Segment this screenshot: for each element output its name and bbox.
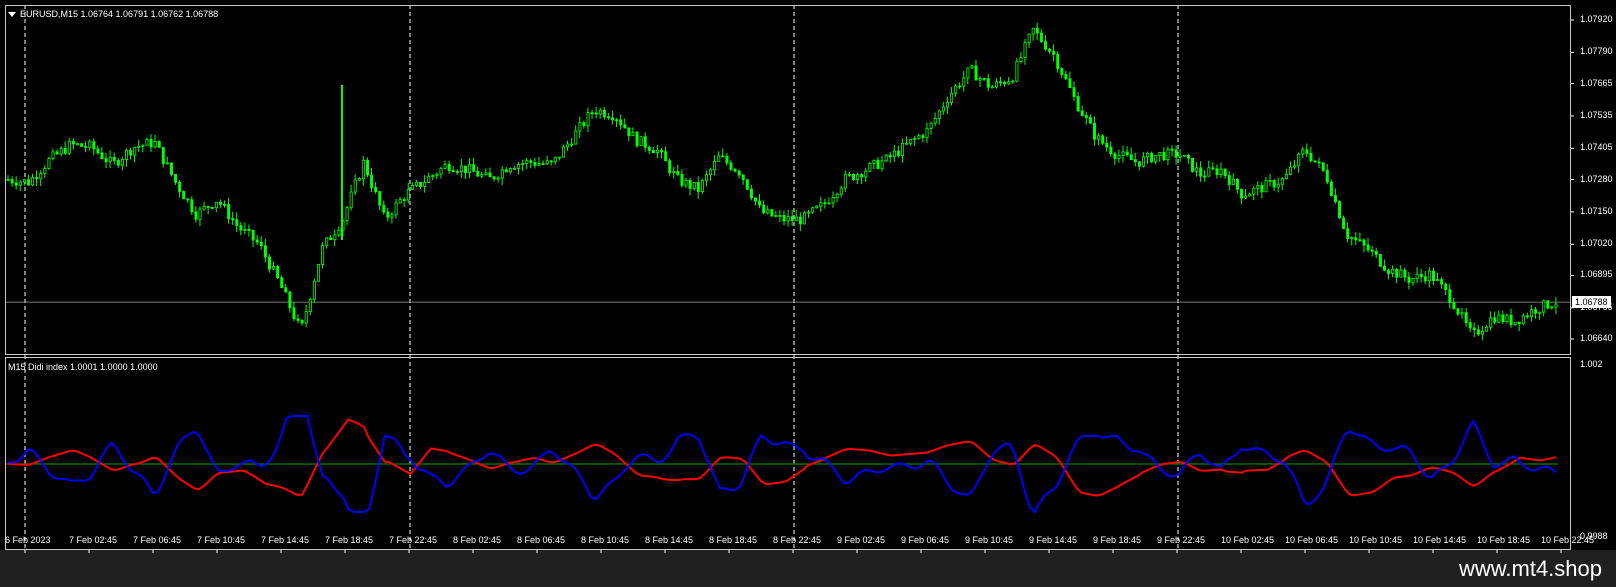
time-tick-label: 10 Feb 22:45 bbox=[1541, 535, 1595, 545]
time-tick-label: 8 Feb 18:45 bbox=[709, 535, 758, 545]
symbol-label: EURUSD,M15 1.06764 1.06791 1.06762 1.067… bbox=[8, 9, 218, 19]
price-tick-label: 1.07405 bbox=[1580, 142, 1613, 153]
time-tick-label: 10 Feb 02:45 bbox=[1221, 535, 1275, 545]
time-tick-label: 10 Feb 06:45 bbox=[1285, 535, 1339, 545]
time-tick-label: 9 Feb 06:45 bbox=[901, 535, 950, 545]
time-tick-label: 8 Feb 10:45 bbox=[581, 535, 630, 545]
time-tick-label: 6 Feb 2023 bbox=[5, 535, 51, 545]
price-tick-label: 1.07020 bbox=[1580, 238, 1613, 249]
time-tick-label: 10 Feb 18:45 bbox=[1477, 535, 1531, 545]
dropdown-triangle-icon[interactable] bbox=[8, 12, 16, 18]
time-tick-label: 9 Feb 02:45 bbox=[837, 535, 886, 545]
price-tick-label: 1.06640 bbox=[1580, 333, 1613, 343]
time-tick-label: 8 Feb 06:45 bbox=[517, 535, 566, 545]
time-tick-label: 8 Feb 14:45 bbox=[645, 535, 694, 545]
time-tick-label: 7 Feb 22:45 bbox=[389, 535, 438, 545]
time-tick-label: 9 Feb 10:45 bbox=[965, 535, 1014, 545]
price-tick-label: 1.07665 bbox=[1580, 77, 1613, 88]
time-tick-label: 8 Feb 22:45 bbox=[773, 535, 822, 545]
time-tick-label: 10 Feb 14:45 bbox=[1413, 535, 1467, 545]
time-tick-label: 9 Feb 14:45 bbox=[1029, 535, 1078, 545]
time-tick-label: 7 Feb 02:45 bbox=[69, 535, 118, 545]
time-tick-label: 10 Feb 10:45 bbox=[1349, 535, 1403, 545]
current-price-badge: 1.06788 bbox=[1572, 296, 1611, 309]
watermark: www.mt4.shop bbox=[1458, 556, 1602, 581]
price-tick-label: 1.07280 bbox=[1580, 173, 1613, 184]
time-tick-label: 8 Feb 02:45 bbox=[453, 535, 502, 545]
price-tick-label: 1.06895 bbox=[1580, 269, 1613, 280]
time-tick-label: 7 Feb 18:45 bbox=[325, 535, 374, 545]
indicator-label: M15 Didi index 1.0001 1.0000 1.0000 bbox=[8, 362, 158, 372]
time-tick-label: 9 Feb 22:45 bbox=[1157, 535, 1206, 545]
main-chart-pane[interactable] bbox=[5, 5, 1571, 355]
price-tick-label: 1.07790 bbox=[1580, 46, 1613, 57]
time-tick-label: 7 Feb 14:45 bbox=[261, 535, 310, 545]
indicator-tick-label: 1.002 bbox=[1580, 359, 1603, 369]
price-tick-label: 1.07150 bbox=[1580, 205, 1613, 216]
symbol-text: EURUSD,M15 1.06764 1.06791 1.06762 1.067… bbox=[20, 9, 219, 19]
price-tick-label: 1.07535 bbox=[1580, 109, 1613, 120]
indicator-pane[interactable] bbox=[5, 357, 1571, 550]
price-tick-label: 1.07920 bbox=[1580, 14, 1613, 24]
time-tick-label: 9 Feb 18:45 bbox=[1093, 535, 1142, 545]
time-tick-label: 7 Feb 06:45 bbox=[133, 535, 182, 545]
time-tick-label: 7 Feb 10:45 bbox=[197, 535, 246, 545]
